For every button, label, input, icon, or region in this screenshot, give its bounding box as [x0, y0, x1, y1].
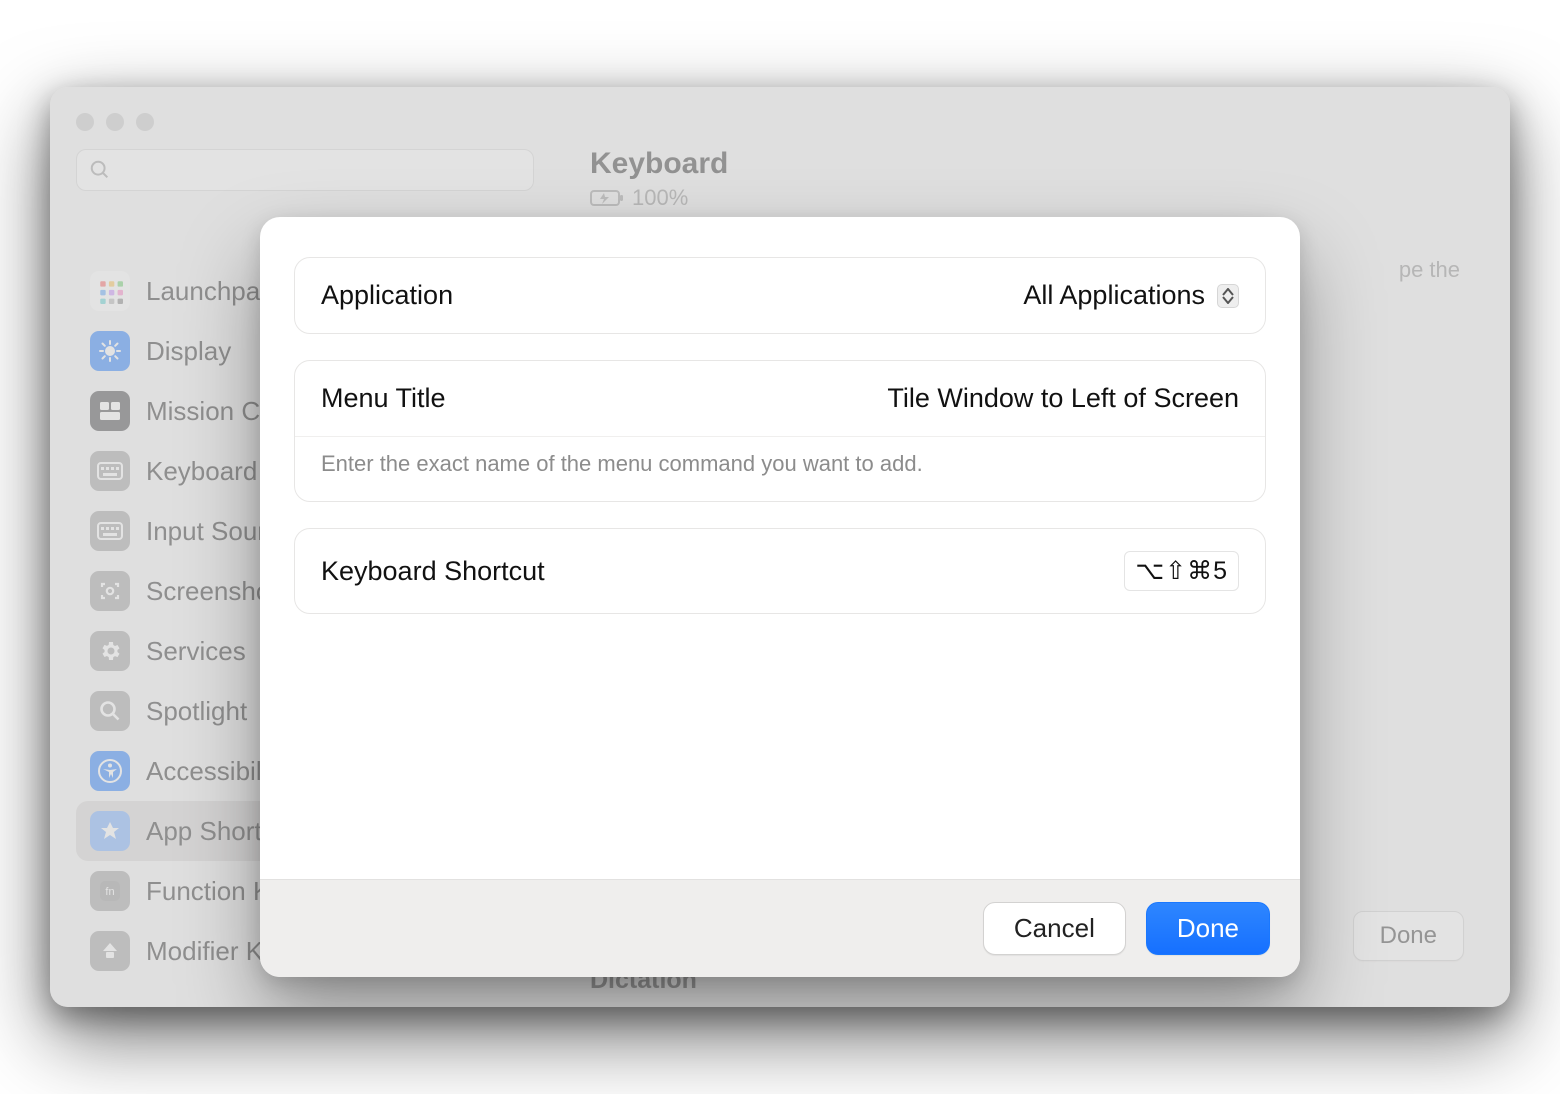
sheet-footer: Cancel Done — [260, 879, 1300, 977]
application-group: Application All Applications — [294, 257, 1266, 334]
keyboard-shortcut-label: Keyboard Shortcut — [321, 556, 545, 587]
keyboard-shortcut-field[interactable]: ⌥⇧⌘5 — [1124, 551, 1239, 591]
application-popup[interactable]: All Applications — [1023, 280, 1239, 311]
menu-title-group: Menu Title Enter the exact name of the m… — [294, 360, 1266, 502]
application-label: Application — [321, 280, 453, 311]
application-value: All Applications — [1023, 280, 1205, 311]
menu-title-label: Menu Title — [321, 383, 446, 414]
menu-title-input[interactable] — [679, 383, 1239, 414]
add-shortcut-sheet: Application All Applications Menu Title — [260, 217, 1300, 977]
menu-title-hint: Enter the exact name of the menu command… — [295, 436, 1265, 501]
updown-icon — [1217, 284, 1239, 308]
keyboard-shortcut-group: Keyboard Shortcut ⌥⇧⌘5 — [294, 528, 1266, 614]
settings-window: Launchpad & DockDisplayMission ControlKe… — [50, 87, 1510, 1007]
cancel-button[interactable]: Cancel — [983, 902, 1126, 955]
done-button[interactable]: Done — [1146, 902, 1270, 955]
